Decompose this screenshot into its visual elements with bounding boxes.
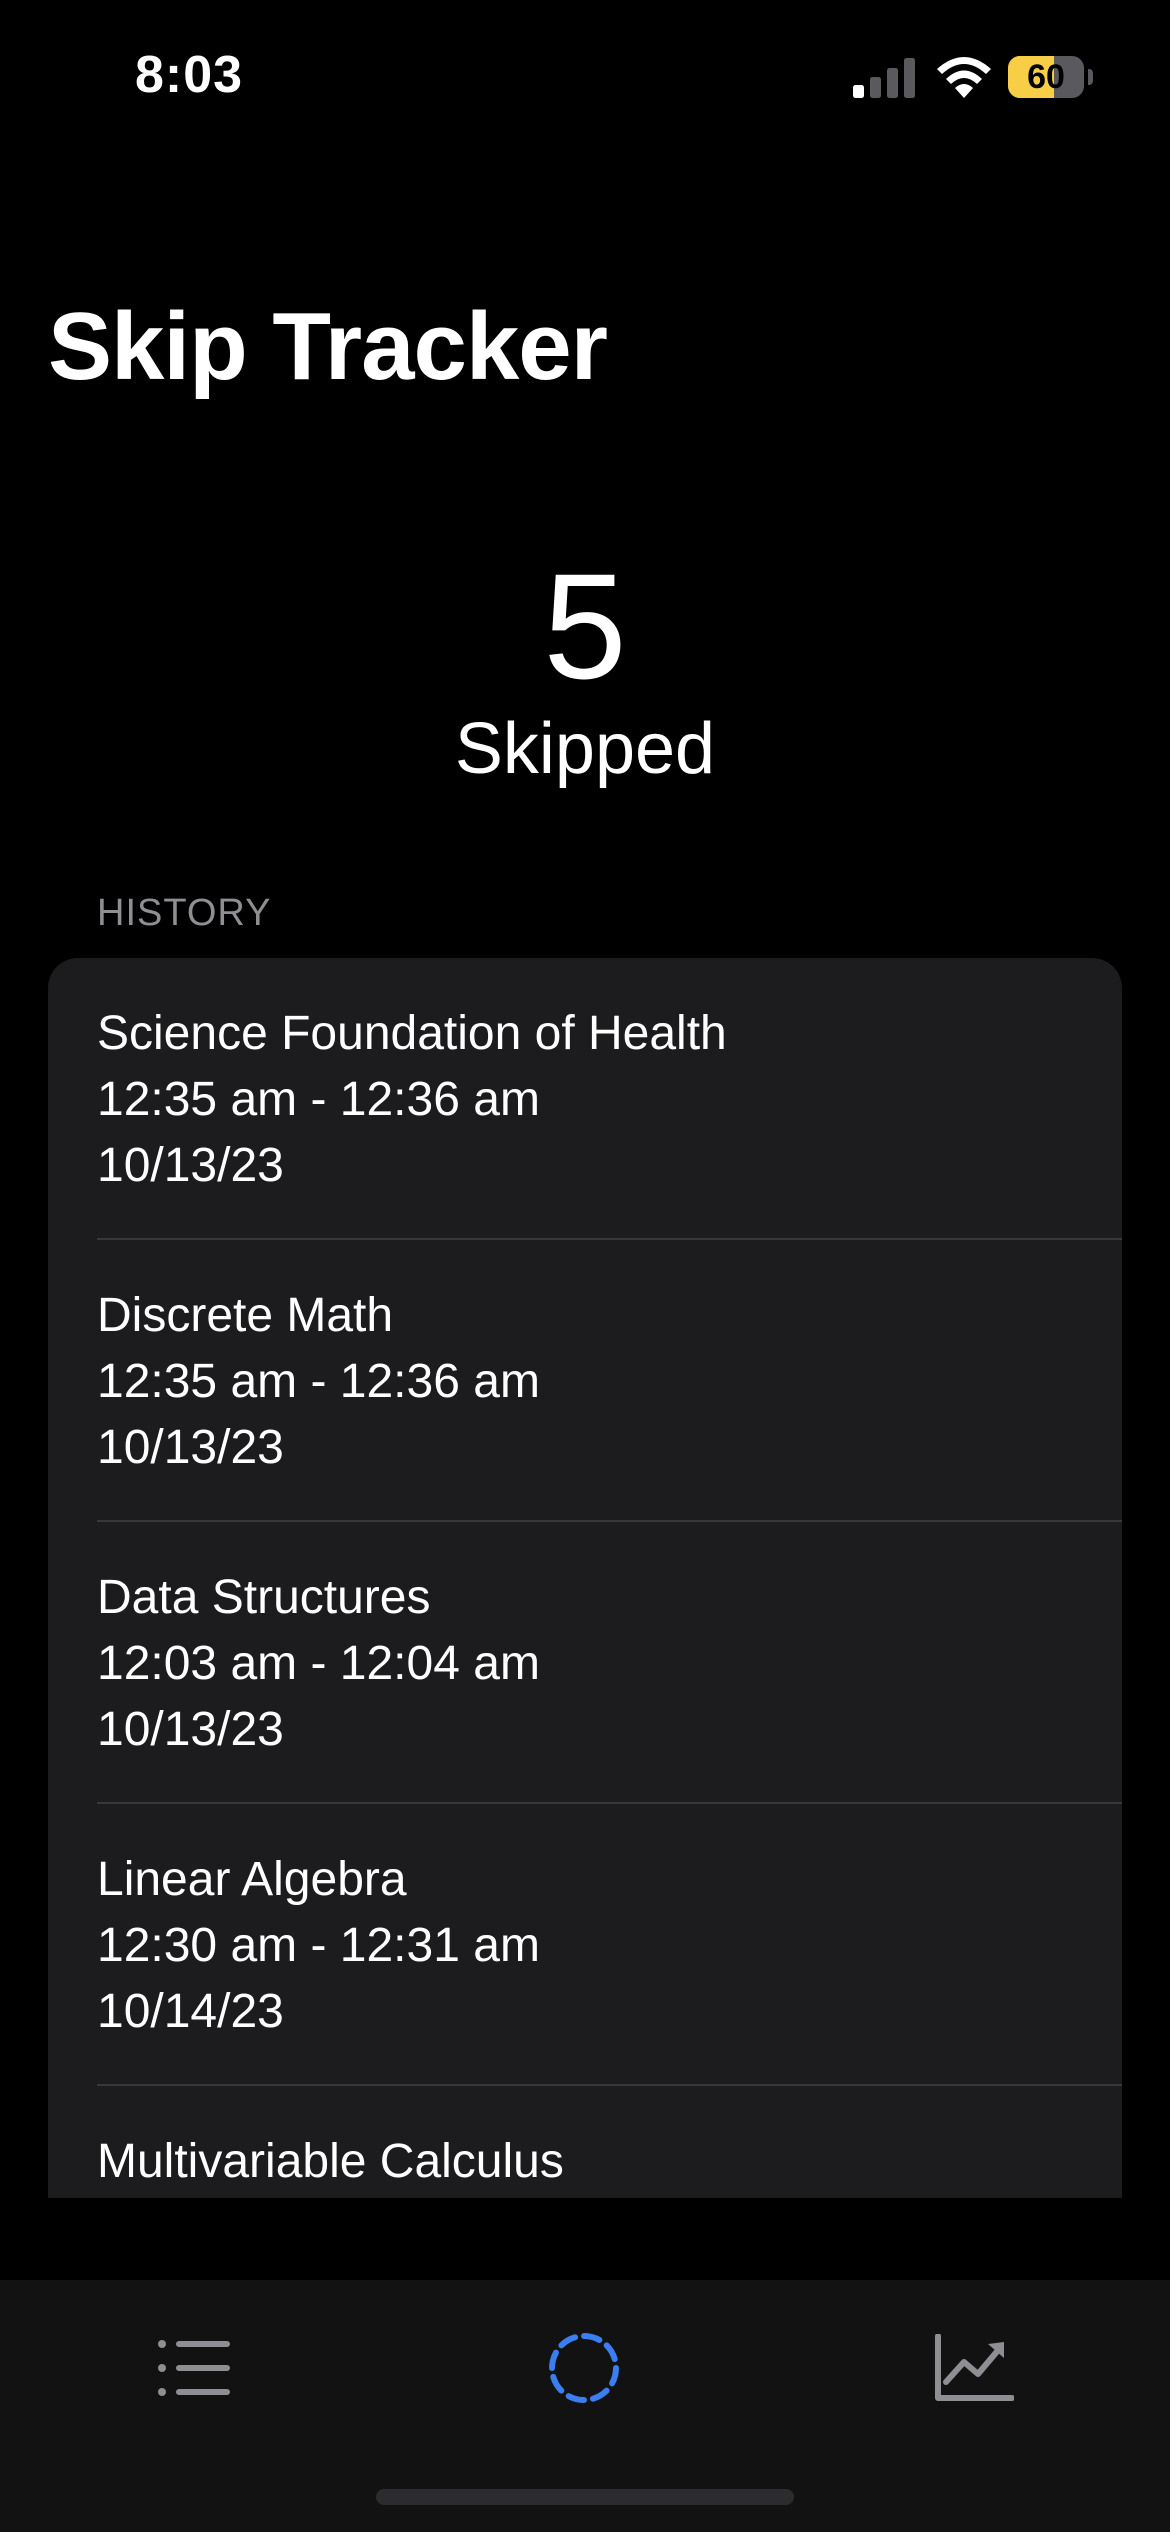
history-item-date: 10/13/23 [97, 1139, 284, 1192]
history-item-date: 10/14/23 [97, 1985, 284, 2038]
history-item-date: 10/13/23 [97, 1421, 284, 1474]
battery-tip [1088, 69, 1093, 85]
history-item[interactable]: Data Structures 12:03 am - 12:04 am 10/1… [48, 1522, 1122, 1804]
history-item-date: 10/13/23 [97, 1703, 284, 1756]
history-item-name: Linear Algebra [97, 1853, 407, 1906]
skip-label: Skipped [454, 709, 716, 789]
history-item-time: 12:03 am - 12:04 am [97, 1637, 540, 1690]
history-item[interactable]: Multivariable Calculus [48, 2086, 1122, 2198]
tab-history-list[interactable] [134, 2308, 254, 2428]
wifi-icon [937, 57, 991, 98]
history-item-time: 12:35 am - 12:36 am [97, 1073, 540, 1126]
history-item[interactable]: Linear Algebra 12:30 am - 12:31 am 10/14… [48, 1804, 1122, 2086]
tab-tracker[interactable] [524, 2308, 644, 2428]
battery-icon: 60 [1008, 56, 1093, 98]
history-list[interactable]: Science Foundation of Health 12:35 am - … [48, 958, 1122, 2198]
page-title: Skip Tracker [48, 293, 608, 400]
status-time: 8:03 [135, 46, 244, 104]
home-indicator[interactable] [376, 2489, 794, 2505]
history-header: HISTORY [97, 892, 272, 934]
screen: 8:03 60 Skip Tracker 5 Skipped HISTORY S… [0, 0, 1170, 2532]
tab-stats[interactable] [914, 2308, 1034, 2428]
signal-icon [853, 58, 915, 98]
history-item[interactable]: Science Foundation of Health 12:35 am - … [48, 958, 1122, 1240]
skip-count: 5 [543, 542, 627, 710]
history-item-time: 12:35 am - 12:36 am [97, 1355, 540, 1408]
battery-body: 60 [1008, 56, 1084, 98]
history-item[interactable]: Discrete Math 12:35 am - 12:36 am 10/13/… [48, 1240, 1122, 1522]
history-item-time: 12:30 am - 12:31 am [97, 1919, 540, 1972]
history-item-name: Science Foundation of Health [97, 1007, 727, 1060]
dashed-circle-icon [549, 2333, 619, 2403]
battery-level: 60 [1027, 58, 1065, 96]
list-icon [158, 2340, 230, 2396]
history-item-name: Discrete Math [97, 1289, 394, 1342]
history-item-name: Multivariable Calculus [97, 2135, 564, 2188]
status-bar: 8:03 60 [0, 0, 1170, 150]
history-item-name: Data Structures [97, 1571, 431, 1624]
chart-line-icon [935, 2334, 1014, 2401]
